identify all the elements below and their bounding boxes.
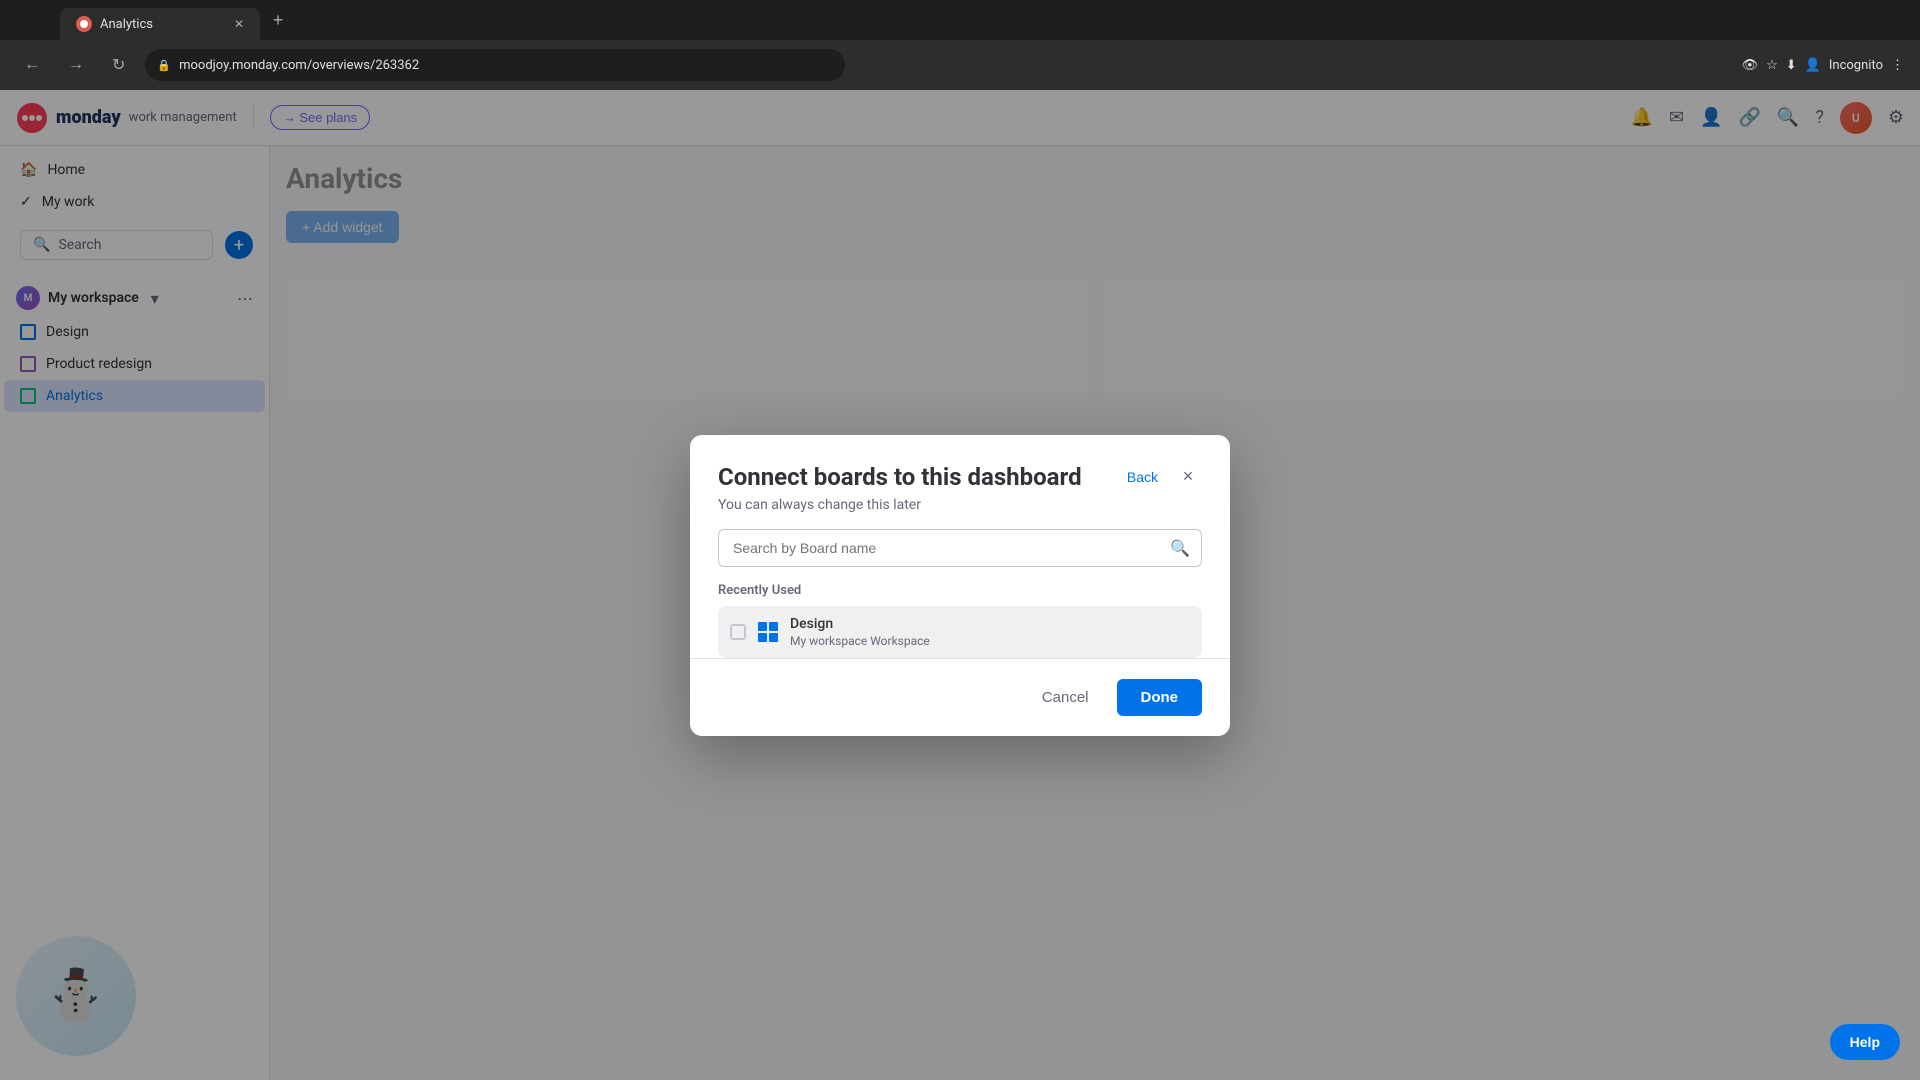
eye-off-icon: 👁 bbox=[1742, 58, 1759, 73]
browser-chrome: Analytics ✕ + ← → ↻ 🔒 moodjoy.monday.com… bbox=[0, 0, 1920, 90]
board-info: Design My workspace Workspace bbox=[790, 616, 1190, 648]
tab-title: Analytics bbox=[100, 17, 153, 32]
back-button[interactable]: ← bbox=[16, 52, 48, 78]
browser-actions: 👁 ☆ ⬇ 👤 Incognito ⋮ bbox=[1742, 58, 1904, 73]
modal-header-right: Back × bbox=[1127, 463, 1202, 491]
board-checkbox[interactable] bbox=[730, 624, 746, 640]
url-text: moodjoy.monday.com/overviews/263362 bbox=[179, 58, 419, 73]
connect-boards-modal: Connect boards to this dashboard You can… bbox=[690, 435, 1230, 736]
menu-icon[interactable]: ⋮ bbox=[1891, 58, 1904, 73]
search-icon-modal: 🔍 bbox=[1170, 538, 1190, 557]
done-button[interactable]: Done bbox=[1117, 679, 1203, 716]
cancel-button[interactable]: Cancel bbox=[1026, 681, 1105, 714]
modal-footer: Cancel Done bbox=[690, 658, 1230, 736]
modal-search-container: 🔍 bbox=[718, 529, 1202, 567]
incognito-label: Incognito bbox=[1829, 58, 1883, 73]
download-icon[interactable]: ⬇ bbox=[1786, 58, 1797, 73]
board-workspace: My workspace Workspace bbox=[790, 634, 1190, 648]
recently-used-label: Recently Used bbox=[718, 583, 1202, 598]
browser-tabs: Analytics ✕ + bbox=[0, 0, 1920, 40]
forward-button[interactable]: → bbox=[60, 52, 92, 78]
modal-title: Connect boards to this dashboard bbox=[718, 463, 1127, 491]
board-grid-icon bbox=[758, 622, 778, 642]
board-name: Design bbox=[790, 616, 1190, 632]
browser-nav: ← → ↻ 🔒 moodjoy.monday.com/overviews/263… bbox=[0, 40, 1920, 90]
modal-header: Connect boards to this dashboard You can… bbox=[690, 435, 1230, 529]
bookmark-icon[interactable]: ☆ bbox=[1766, 58, 1778, 73]
modal-overlay: Connect boards to this dashboard You can… bbox=[0, 90, 1920, 1080]
board-search-input[interactable] bbox=[718, 529, 1202, 567]
board-list-item[interactable]: Design My workspace Workspace bbox=[718, 606, 1202, 658]
help-button[interactable]: Help bbox=[1830, 1024, 1900, 1060]
refresh-button[interactable]: ↻ bbox=[104, 51, 133, 79]
lock-icon: 🔒 bbox=[157, 59, 171, 72]
tab-favicon bbox=[76, 16, 92, 32]
active-tab[interactable]: Analytics ✕ bbox=[60, 8, 260, 40]
profile-icon[interactable]: 👤 bbox=[1805, 58, 1821, 73]
modal-back-button[interactable]: Back bbox=[1127, 469, 1158, 485]
address-bar[interactable]: 🔒 moodjoy.monday.com/overviews/263362 bbox=[145, 49, 845, 81]
modal-subtitle: You can always change this later bbox=[718, 497, 1127, 513]
modal-title-section: Connect boards to this dashboard You can… bbox=[718, 463, 1127, 513]
tab-close-button[interactable]: ✕ bbox=[234, 17, 244, 31]
modal-close-button[interactable]: × bbox=[1174, 463, 1202, 491]
new-tab-button[interactable]: + bbox=[264, 6, 292, 34]
modal-body: Recently Used Design My workspace Worksp… bbox=[690, 583, 1230, 658]
